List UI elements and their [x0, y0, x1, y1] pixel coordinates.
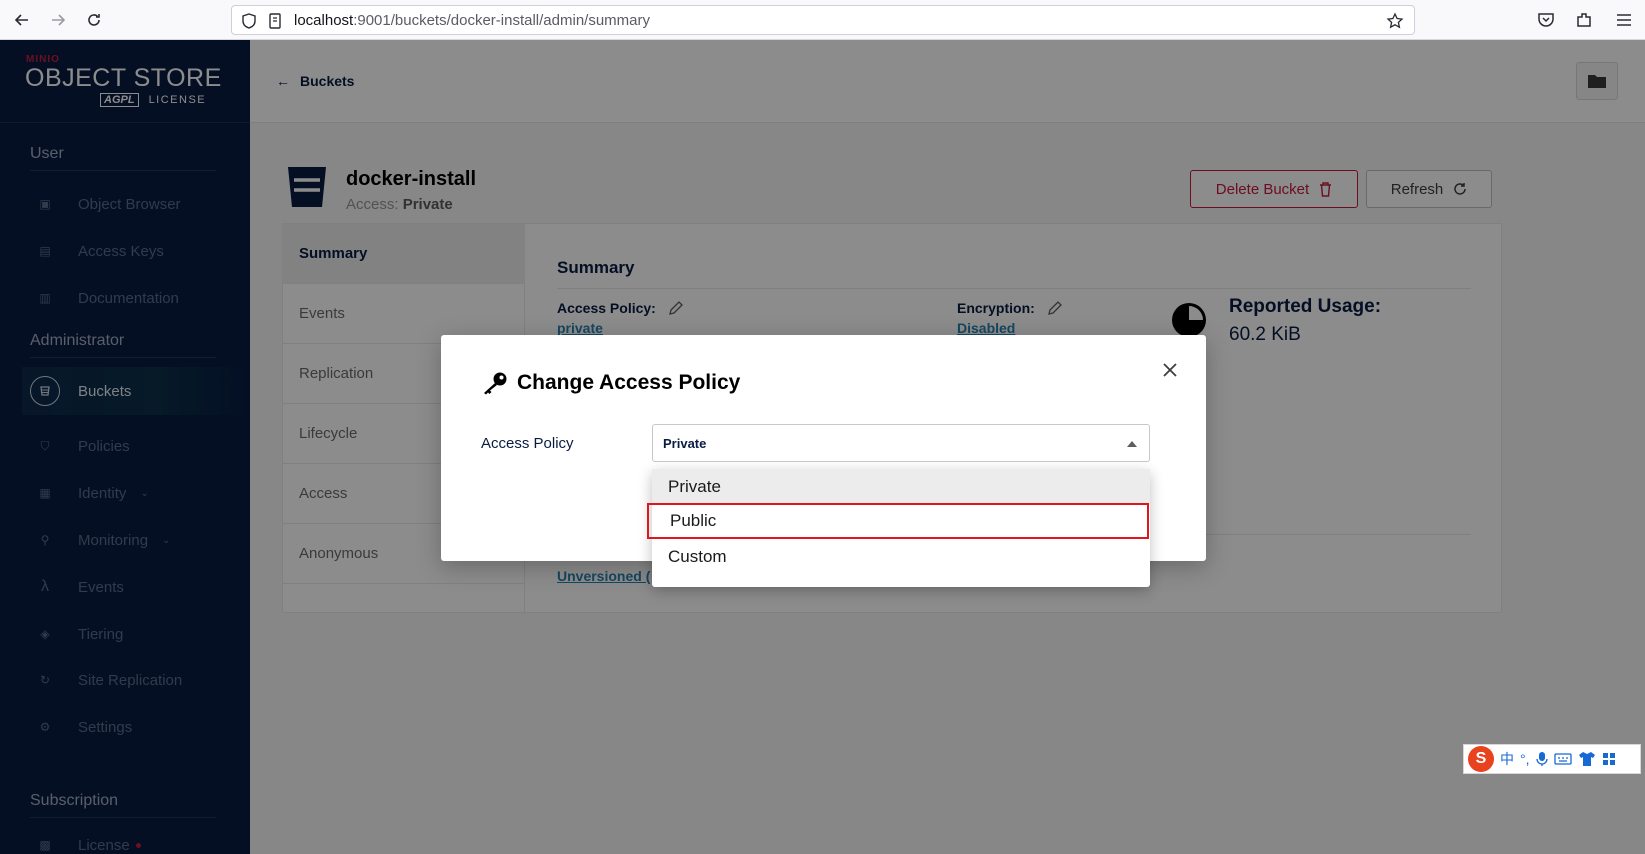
- extensions-icon[interactable]: [1574, 10, 1594, 30]
- option-public[interactable]: Public: [647, 503, 1149, 539]
- ime-mode[interactable]: 中: [1500, 749, 1514, 769]
- grid-apps-icon[interactable]: [1602, 752, 1616, 766]
- key-icon: [484, 372, 507, 395]
- dialog-title-text: Change Access Policy: [517, 371, 741, 394]
- sogou-logo-icon: S: [1468, 746, 1494, 772]
- access-policy-select[interactable]: Private: [652, 424, 1150, 462]
- close-icon[interactable]: [1157, 357, 1183, 383]
- bookmark-star-icon[interactable]: [1386, 12, 1404, 30]
- pocket-icon[interactable]: [1536, 10, 1556, 30]
- dialog-title: Change Access Policy: [481, 371, 740, 395]
- ime-toolbar[interactable]: S 中 °,: [1463, 744, 1641, 774]
- access-policy-field-label: Access Policy: [481, 435, 574, 452]
- microphone-icon[interactable]: [1535, 751, 1548, 767]
- option-private[interactable]: Private: [652, 469, 1150, 505]
- url-text: localhost:9001/buckets/docker-install/ad…: [294, 12, 650, 29]
- forward-arrow-icon[interactable]: [46, 8, 70, 32]
- access-policy-options: Private Public Custom: [647, 469, 1150, 587]
- keyboard-icon[interactable]: [1553, 752, 1572, 766]
- reload-icon[interactable]: [82, 8, 106, 32]
- option-custom[interactable]: Custom: [652, 539, 1150, 575]
- address-bar[interactable]: localhost:9001/buckets/docker-install/ad…: [231, 5, 1415, 35]
- menu-icon[interactable]: [1614, 10, 1634, 30]
- page-info-icon[interactable]: [266, 12, 284, 30]
- shield-icon[interactable]: [240, 12, 258, 30]
- select-value: Private: [663, 436, 707, 451]
- caret-up-icon: [1127, 441, 1137, 447]
- punctuation-icon[interactable]: °,: [1520, 751, 1530, 767]
- back-arrow-icon[interactable]: [10, 8, 34, 32]
- browser-toolbar: localhost:9001/buckets/docker-install/ad…: [0, 0, 1645, 40]
- skin-shirt-icon[interactable]: [1578, 751, 1596, 767]
